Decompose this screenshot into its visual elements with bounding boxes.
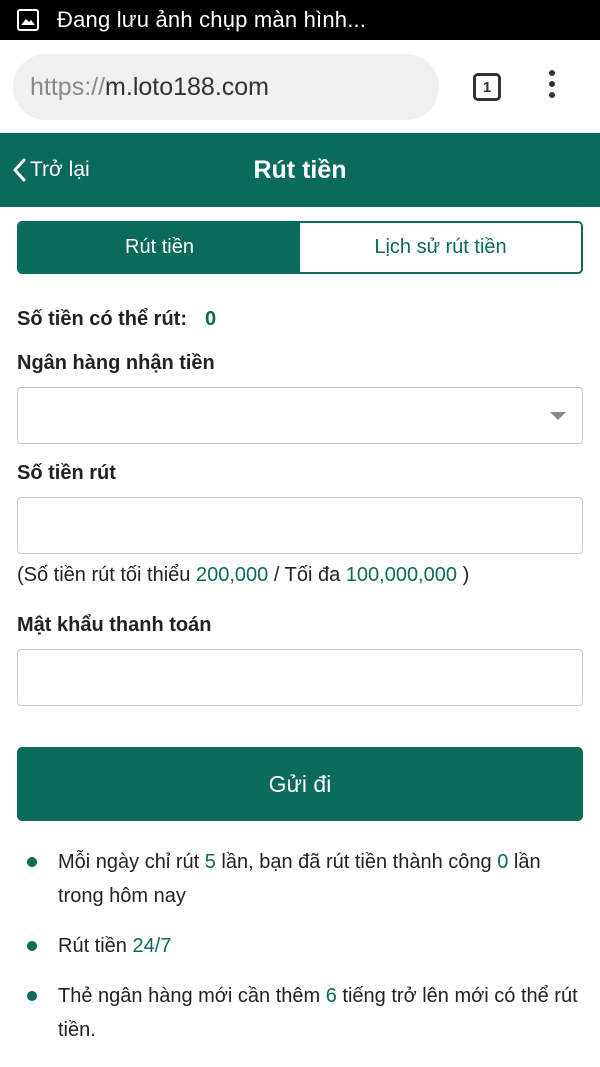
note-text: Thẻ ngân hàng mới cần thêm <box>58 985 321 1007</box>
status-text: Đang lưu ảnh chụp màn hình... <box>57 7 367 32</box>
submit-button[interactable]: Gửi đi <box>17 747 583 821</box>
limit-min: 200,000 <box>196 564 269 586</box>
list-item: Mỗi ngày chỉ rút 5 lần, bạn đã rút tiền … <box>58 845 578 913</box>
note-text: lần, bạn đã rút tiền thành công <box>221 851 492 873</box>
app-header: Trở lại Rút tiền <box>0 133 600 207</box>
amount-label: Số tiền rút <box>17 462 116 484</box>
password-field-wrapper <box>17 649 583 706</box>
limit-prefix: (Số tiền rút tối thiểu <box>17 564 191 586</box>
password-label: Mật khẩu thanh toán <box>17 614 212 636</box>
payment-password-input[interactable] <box>18 650 582 705</box>
limit-mid: / Tối đa <box>273 564 341 586</box>
note-text: Rút tiền <box>58 935 127 957</box>
tab-withdraw[interactable]: Rút tiền <box>19 223 300 272</box>
amount-limit-hint: (Số tiền rút tối thiểu 200,000 / Tối đa … <box>17 564 469 587</box>
image-icon <box>17 9 39 31</box>
tab-bar: Rút tiền Lịch sử rút tiền <box>17 221 583 274</box>
balance-label: Số tiền có thể rút: <box>17 308 187 330</box>
availability-value: 24/7 <box>132 935 172 957</box>
url-bar[interactable]: https://m.loto188.com <box>13 54 439 120</box>
chevron-left-icon <box>13 158 26 182</box>
page-title: Rút tiền <box>253 156 347 184</box>
browser-toolbar: https://m.loto188.com 1 <box>0 40 600 133</box>
limit-suffix: ) <box>462 564 470 586</box>
list-item: Thẻ ngân hàng mới cần thêm 6 tiếng trở l… <box>58 979 578 1047</box>
bank-select[interactable] <box>17 387 583 444</box>
bullet-icon <box>27 991 37 1001</box>
tab-switcher-button[interactable]: 1 <box>473 73 501 101</box>
url-host: m.loto188.com <box>105 72 270 101</box>
today-count: 0 <box>497 851 509 873</box>
bank-select-value[interactable] <box>18 388 582 443</box>
url-scheme: https:// <box>30 72 106 101</box>
tab-withdraw-history[interactable]: Lịch sử rút tiền <box>300 223 581 272</box>
status-bar: Đang lưu ảnh chụp màn hình... <box>0 0 600 40</box>
overflow-menu-icon[interactable] <box>542 70 562 106</box>
limit-max: 100,000,000 <box>345 564 457 586</box>
note-text: Mỗi ngày chỉ rút <box>58 851 200 873</box>
bullet-icon <box>27 941 37 951</box>
balance-value: 0 <box>205 308 217 330</box>
back-button[interactable]: Trở lại <box>12 133 90 207</box>
wait-hours: 6 <box>325 985 337 1007</box>
daily-limit-count: 5 <box>204 851 216 873</box>
dropdown-caret-icon <box>550 412 566 420</box>
back-label: Trở lại <box>30 158 90 181</box>
amount-input[interactable] <box>18 498 582 553</box>
balance-row: Số tiền có thể rút: 0 <box>17 308 216 331</box>
bullet-icon <box>27 857 37 867</box>
amount-field-wrapper <box>17 497 583 554</box>
bank-label: Ngân hàng nhận tiền <box>17 352 215 374</box>
list-item: Rút tiền 24/7 <box>58 929 578 963</box>
